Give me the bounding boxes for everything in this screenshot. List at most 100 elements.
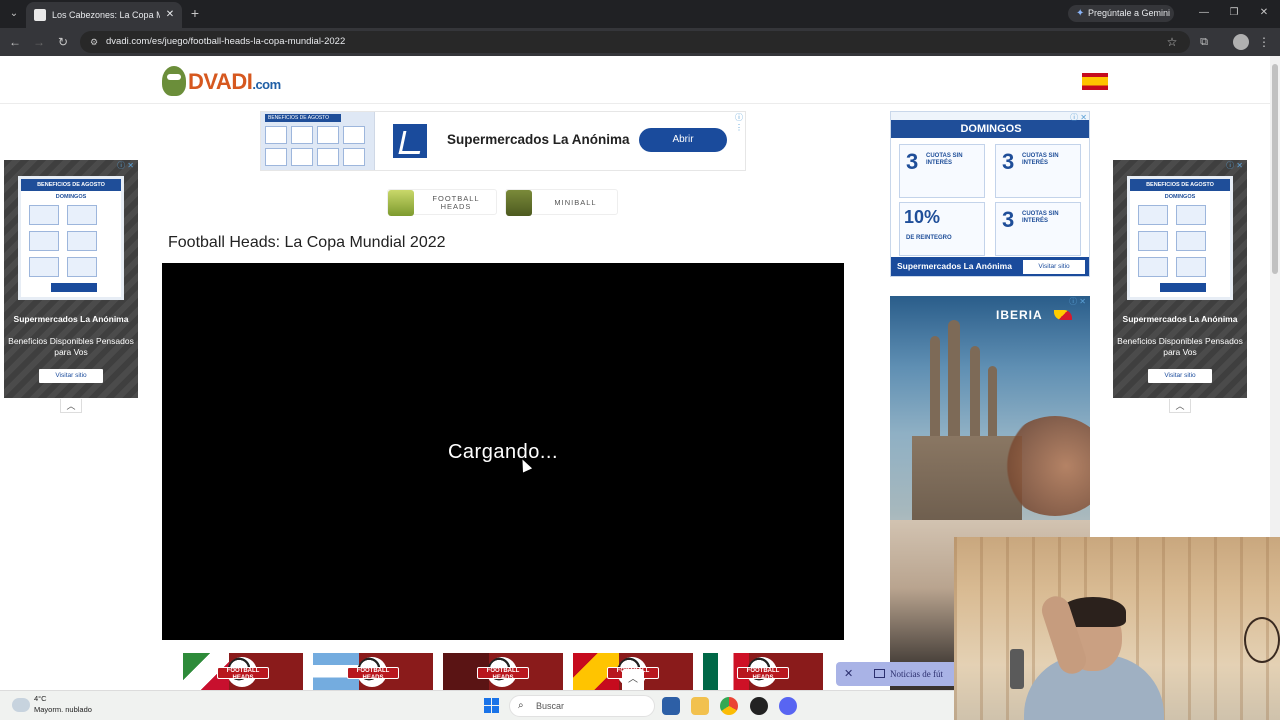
la-anonima-logo-icon: [393, 124, 427, 158]
news-notification-chip[interactable]: ✕ Noticias de fút: [836, 662, 966, 686]
ad-body: 3 CUOTAS SIN INTERÉS 3 CUOTAS SIN INTERÉ…: [891, 138, 1089, 258]
notification-text: Noticias de fút: [890, 669, 943, 679]
bookmark-star-icon[interactable]: ☆: [1164, 34, 1180, 50]
browser-tab[interactable]: Los Cabezones: La Copa Mundial ✕: [26, 2, 182, 28]
cloud-weather-icon[interactable]: [12, 698, 30, 712]
game-thumbnail[interactable]: FOOTBALL HEADS: [183, 653, 303, 690]
ad-store-name: Supermercados La Anónima: [897, 261, 1012, 271]
address-bar[interactable]: ⚙ dvadi.com/es/juego/football-heads-la-c…: [80, 31, 1190, 53]
store-app-icon[interactable]: [662, 697, 680, 715]
top-banner-ad[interactable]: BENEFICIOS DE AGOSTO Supermercados La An…: [260, 111, 746, 171]
new-tab-button[interactable]: +: [188, 5, 202, 21]
ad-store-name: Supermercados La Anónima: [1122, 314, 1238, 324]
close-icon[interactable]: ✕: [844, 662, 853, 686]
thumbnail-label: FOOTBALL HEADS: [347, 667, 399, 681]
game-thumbnail[interactable]: FOOTBALL HEADS: [443, 653, 563, 690]
close-window-button[interactable]: ✕: [1254, 5, 1274, 21]
minimize-button[interactable]: —: [1194, 5, 1214, 21]
obs-icon[interactable]: [750, 697, 768, 715]
ad-collapse-chevron-icon[interactable]: ︿: [1169, 399, 1191, 413]
promo-number: 3: [1002, 207, 1015, 232]
thumbnail-label: FOOTBALL HEADS: [217, 667, 269, 681]
ad-card-head: BENEFICIOS DE AGOSTO: [21, 179, 121, 191]
promo-number: 10%: [904, 207, 941, 227]
ad-tagline: Beneficios Disponibles Pensados para Vos: [8, 336, 134, 357]
tab-search-chevron-icon[interactable]: ⌄: [6, 6, 22, 22]
promo-text: DE REINTEGRO: [906, 235, 952, 241]
tab-close-button[interactable]: ✕: [164, 8, 176, 22]
newspaper-icon: [874, 669, 885, 678]
search-icon: ⌕: [518, 700, 524, 711]
iberia-wing-icon: [1054, 310, 1072, 320]
logo-text: DVADI.com: [188, 69, 281, 94]
game-canvas[interactable]: Cargando...: [162, 263, 844, 640]
tab-miniball[interactable]: MINIBALL: [505, 189, 618, 216]
chrome-icon[interactable]: [720, 697, 738, 715]
football-heads-thumb-icon: [388, 190, 414, 216]
ad-choices-icon[interactable]: ⓘ ✕: [1068, 297, 1086, 307]
weather-description[interactable]: Mayorm. nublado: [34, 705, 92, 714]
ad-card-sub: DOMINGOS: [1164, 194, 1196, 200]
miniball-thumb-icon: [506, 190, 532, 216]
ad-store-name: Supermercados La Anónima: [13, 314, 129, 324]
promo-text: CUOTAS SIN INTERÉS: [1022, 211, 1059, 224]
promo-number: 3: [1002, 149, 1015, 174]
url-text: dvadi.com/es/juego/football-heads-la-cop…: [106, 36, 346, 47]
weather-temperature[interactable]: 4°C: [34, 694, 47, 703]
logo-mascot-icon: [162, 66, 186, 96]
discord-icon[interactable]: [779, 697, 797, 715]
ad-creative-title: BENEFICIOS DE AGOSTO: [265, 114, 341, 122]
thumbnail-label: FOOTBALL HEADS: [737, 667, 789, 681]
ad-choices-icon[interactable]: ⓘ ✕: [1069, 113, 1087, 123]
game-title: Football Heads: La Copa Mundial 2022: [168, 234, 446, 251]
ad-headline: Supermercados La Anónima: [447, 132, 630, 147]
kebab-menu-icon[interactable]: ⋮: [1258, 34, 1270, 50]
ad-card: BENEFICIOS DE AGOSTO DOMINGOS: [18, 176, 124, 300]
maximize-button[interactable]: ❐: [1224, 5, 1244, 21]
site-logo[interactable]: DVADI.com: [162, 66, 287, 96]
tab-label-line2: HEADS: [440, 202, 472, 211]
ad-open-button[interactable]: Abrir: [639, 128, 727, 152]
file-explorer-icon[interactable]: [691, 697, 709, 715]
ad-choices-icon[interactable]: ⓘ ✕: [116, 161, 134, 171]
site-info-icon[interactable]: ⚙: [88, 36, 100, 48]
favicon-icon: [34, 9, 46, 21]
forward-arrow-icon[interactable]: →: [31, 34, 47, 50]
brand-logo-icon: [1160, 283, 1206, 292]
spain-flag-icon[interactable]: [1082, 73, 1108, 90]
browser-tabbar: ⌄ Los Cabezones: La Copa Mundial ✕ + ✦ P…: [0, 0, 1280, 28]
extensions-icon[interactable]: ⧉: [1196, 34, 1212, 50]
left-side-ad[interactable]: BENEFICIOS DE AGOSTO DOMINGOS Supermerca…: [4, 160, 138, 398]
tab-football-heads[interactable]: FOOTBALL HEADS: [387, 189, 497, 216]
ad-card-sub: DOMINGOS: [55, 194, 87, 200]
ad-choices-icon[interactable]: ⓘ ✕: [1225, 161, 1243, 171]
visit-site-button[interactable]: Visitar sitio: [1023, 260, 1085, 274]
iberia-logo: IBERIA: [996, 308, 1043, 322]
windows-start-icon[interactable]: [484, 698, 500, 714]
visit-site-button[interactable]: Visitar sitio: [1148, 369, 1212, 383]
ad-collapse-chevron-icon[interactable]: ︿: [60, 399, 82, 413]
taskbar-search-input[interactable]: ⌕ Buscar: [509, 695, 655, 717]
game-thumbnail[interactable]: FOOTBALL HEADS: [313, 653, 433, 690]
right-side-ad[interactable]: BENEFICIOS DE AGOSTO DOMINGOS Supermerca…: [1113, 160, 1247, 398]
site-header: DVADI.com: [0, 56, 1270, 104]
ad-card-head: BENEFICIOS DE AGOSTO: [1130, 179, 1230, 191]
loading-text: Cargando...: [447, 441, 558, 463]
profile-avatar[interactable]: [1233, 34, 1249, 50]
ad-footer: Supermercados La Anónima Visitar sitio: [891, 257, 1089, 276]
ad-head: DOMINGOS: [891, 120, 1089, 138]
gemini-button[interactable]: ✦ Pregúntale a Gemini: [1068, 5, 1174, 22]
promo-text: CUOTAS SIN INTERÉS: [926, 153, 963, 166]
ad-choices-icon[interactable]: ⓘ ⋮: [725, 113, 743, 132]
scroll-up-chevron-icon[interactable]: ︿: [622, 669, 644, 690]
gemini-sparkle-icon: ✦: [1076, 8, 1085, 19]
promo-number: 3: [906, 149, 919, 174]
game-thumbnail[interactable]: FOOTBALL HEADS: [703, 653, 823, 690]
visit-site-button[interactable]: Visitar sitio: [39, 369, 103, 383]
right-banner-ad-domingos[interactable]: DOMINGOS 3 CUOTAS SIN INTERÉS 3 CUOTAS S…: [890, 111, 1090, 277]
back-arrow-icon[interactable]: ←: [7, 34, 23, 50]
reload-icon[interactable]: ↻: [55, 34, 71, 50]
browser-toolbar: ← → ↻ ⚙ dvadi.com/es/juego/football-head…: [0, 28, 1280, 56]
search-placeholder: Buscar: [536, 701, 565, 711]
scrollbar-thumb[interactable]: [1272, 64, 1278, 274]
